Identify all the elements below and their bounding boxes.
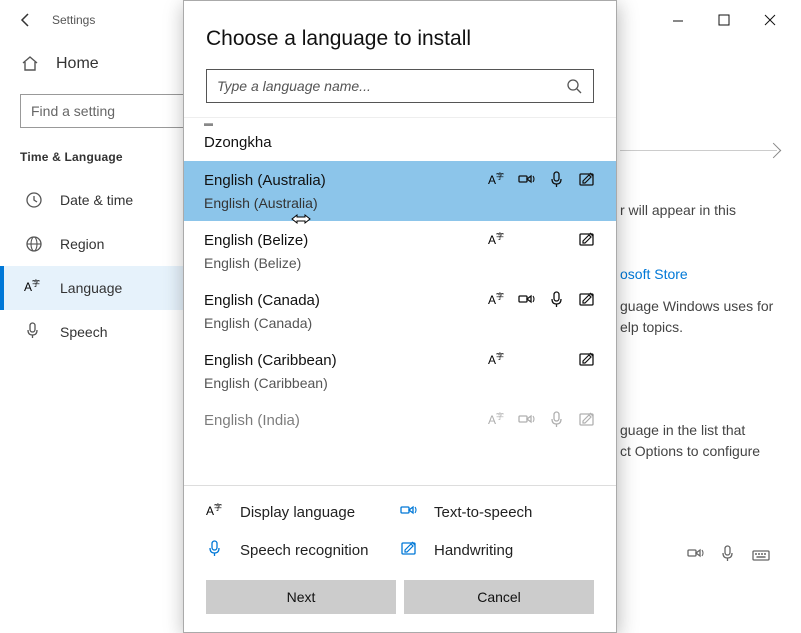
legend-hand: Handwriting <box>400 540 594 560</box>
handwriting-icon <box>578 411 596 429</box>
tts-icon <box>518 171 536 189</box>
handwriting-icon <box>578 231 596 249</box>
handwriting-icon <box>400 540 420 560</box>
language-name: English (Canada) <box>204 292 488 309</box>
list-item[interactable]: English (Caribbean) English (Caribbean) <box>184 341 616 401</box>
feature-legend: Display language Text-to-speech Speech r… <box>184 485 616 568</box>
list-item[interactable]: Dzongkha <box>184 124 616 161</box>
minimize-button[interactable] <box>655 4 701 36</box>
display-icon <box>488 351 506 369</box>
legend-label: Speech recognition <box>240 542 368 559</box>
mic-icon <box>719 545 737 565</box>
home-label: Home <box>56 55 99 73</box>
list-item-selected[interactable]: English (Australia) English (Australia) <box>184 161 616 221</box>
language-list[interactable]: ▬ Dzongkha English (Australia) English (… <box>184 117 616 485</box>
sidebar-item-label: Speech <box>60 324 107 340</box>
close-button[interactable] <box>747 4 793 36</box>
mic-icon <box>206 540 226 560</box>
handwriting-icon <box>578 171 596 189</box>
search-placeholder: Type a language name... <box>217 78 371 94</box>
sidebar-item-label: Language <box>60 280 122 296</box>
globe-icon <box>24 234 44 254</box>
mic-icon <box>24 322 44 342</box>
sidebar-item-label: Region <box>60 236 104 252</box>
list-item[interactable]: English (Belize) English (Belize) <box>184 221 616 281</box>
sidebar-item-label: Date & time <box>60 192 133 208</box>
language-sub: English (Caribbean) <box>204 375 596 391</box>
window-title: Settings <box>52 13 95 27</box>
language-name: English (India) <box>204 412 488 429</box>
status-icons <box>687 545 771 565</box>
language-search-input[interactable]: Type a language name... <box>206 69 594 103</box>
legend-tts: Text-to-speech <box>400 502 594 522</box>
tts-icon <box>687 545 705 565</box>
search-icon <box>565 77 583 95</box>
divider <box>620 150 777 151</box>
legend-display: Display language <box>206 502 400 522</box>
body-text: guage Windows uses forelp topics. <box>620 296 790 338</box>
legend-label: Handwriting <box>434 542 513 559</box>
language-name: English (Belize) <box>204 232 488 249</box>
language-name: English (Caribbean) <box>204 352 488 369</box>
display-icon <box>488 291 506 309</box>
tts-icon <box>400 502 420 522</box>
dialog-title: Choose a language to install <box>184 1 616 69</box>
legend-speech: Speech recognition <box>206 540 400 560</box>
mic-icon <box>548 171 566 189</box>
maximize-button[interactable] <box>701 4 747 36</box>
mic-icon <box>548 411 566 429</box>
dialog-buttons: Next Cancel <box>184 568 616 632</box>
display-icon <box>488 171 506 189</box>
language-name: Dzongkha <box>204 134 596 151</box>
legend-label: Text-to-speech <box>434 504 532 521</box>
cancel-button[interactable]: Cancel <box>404 580 594 614</box>
display-icon <box>206 502 226 522</box>
body-text: guage in the list thatct Options to conf… <box>620 420 790 462</box>
mic-icon <box>548 291 566 309</box>
tts-icon <box>518 411 536 429</box>
install-language-dialog: Choose a language to install Type a lang… <box>183 0 617 633</box>
body-text: r will appear in this <box>620 200 780 221</box>
clock-icon <box>24 190 44 210</box>
language-sub: English (Australia) <box>204 195 596 211</box>
handwriting-icon <box>578 351 596 369</box>
language-name: English (Australia) <box>204 172 488 189</box>
handwriting-icon <box>578 291 596 309</box>
find-placeholder: Find a setting <box>31 103 115 119</box>
body-link[interactable]: osoft Store <box>620 264 780 285</box>
display-icon <box>488 231 506 249</box>
back-button[interactable] <box>8 2 44 38</box>
legend-labelandestrategy: Display language <box>240 504 355 521</box>
tts-icon <box>518 291 536 309</box>
next-button[interactable]: Next <box>206 580 396 614</box>
home-icon <box>20 54 40 74</box>
language-sub: English (Canada) <box>204 315 596 331</box>
keyboard-icon <box>751 545 771 565</box>
list-item-partial[interactable]: English (India) <box>184 401 616 429</box>
language-icon <box>24 278 44 298</box>
display-icon <box>488 411 506 429</box>
list-item[interactable]: English (Canada) English (Canada) <box>184 281 616 341</box>
language-sub: English (Belize) <box>204 255 596 271</box>
